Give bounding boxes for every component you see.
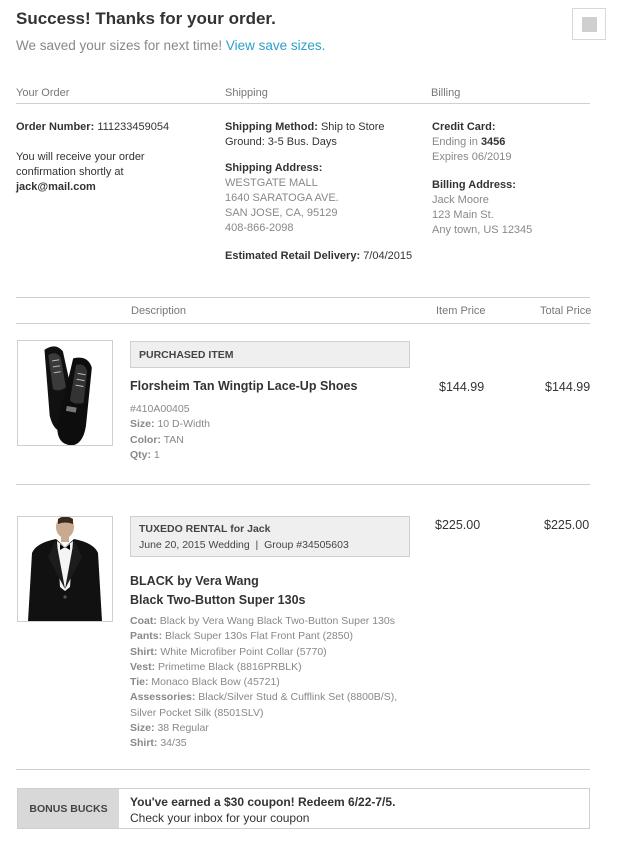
- confirmation-line-2: confirmation shortly at: [16, 166, 124, 178]
- bonus-subline: Check your inbox for your coupon: [130, 811, 310, 825]
- product-size: Size: 10 D-Width: [130, 418, 210, 431]
- order-email: jack@mail.com: [16, 181, 96, 193]
- rental-event-details: June 20, 2015 Wedding | Group #34505603: [139, 539, 349, 551]
- shipping-heading: Shipping: [225, 87, 268, 99]
- close-button[interactable]: [572, 8, 606, 40]
- product-color: Color: TAN: [130, 433, 184, 446]
- product-brand[interactable]: BLACK by Vera Wang: [130, 574, 259, 588]
- divider: [16, 323, 590, 324]
- detail-vest: Vest: Primetime Black (8816PRBLK): [130, 660, 302, 673]
- shoes-image[interactable]: [17, 340, 113, 446]
- detail-pants: Pants: Black Super 130s Flat Front Pant …: [130, 630, 353, 643]
- bonus-bucks-banner: BONUS BUCKS You've earned a $30 coupon! …: [17, 788, 590, 829]
- shipping-address-line: 1640 SARATOGA AVE.: [225, 192, 339, 204]
- total-price: $144.99: [545, 380, 591, 394]
- close-icon: [582, 17, 597, 32]
- description-column-header: Description: [131, 305, 187, 317]
- tuxedo-icon: [28, 517, 102, 621]
- detail-tie: Tie: Monaco Black Bow (45721): [130, 676, 280, 689]
- divider: [16, 484, 590, 485]
- order-number: Order Number: 111233459054: [16, 121, 170, 133]
- your-order-heading: Your Order: [16, 87, 70, 99]
- divider: [16, 769, 590, 770]
- tuxedo-rental-badge: TUXEDO RENTAL for Jack June 20, 2015 Wed…: [130, 516, 410, 557]
- shoes-icon: [44, 346, 92, 445]
- product-name[interactable]: Black Two-Button Super 130s: [130, 593, 306, 607]
- card-ending: Ending in 3456: [432, 136, 506, 148]
- divider: [16, 103, 590, 104]
- billing-address-label: Billing Address:: [432, 179, 516, 191]
- confirmation-line-1: You will receive your order: [16, 151, 145, 163]
- divider: [16, 297, 590, 298]
- shipping-address-line: SAN JOSE, CA, 95129: [225, 207, 338, 219]
- detail-shirt: Shirt: White Microfiber Point Collar (57…: [130, 645, 327, 658]
- product-sku: #410A00405: [130, 403, 190, 415]
- shipping-method-detail: Ground: 3-5 Bus. Days: [225, 136, 337, 148]
- credit-card-label: Credit Card:: [432, 121, 496, 133]
- shipping-method: Shipping Method: Ship to Store: [225, 121, 385, 133]
- view-saved-sizes-link[interactable]: View save sizes.: [226, 38, 326, 53]
- order-info: Order Number: 111233459054 You will rece…: [16, 120, 216, 195]
- card-expires: Expires 06/2019: [432, 151, 512, 163]
- saved-sizes-message: We saved your sizes for next time! View …: [16, 38, 325, 53]
- saved-sizes-text: We saved your sizes for next time!: [16, 38, 223, 53]
- tuxedo-image[interactable]: [17, 516, 113, 622]
- estimated-delivery: Estimated Retail Delivery: 7/04/2015: [225, 250, 413, 262]
- detail-size: Size: 38 Regular: [130, 722, 209, 735]
- item-price: $225.00: [435, 518, 481, 532]
- shipping-address-line: WESTGATE MALL: [225, 177, 318, 189]
- total-price-column-header: Total Price: [540, 305, 592, 317]
- detail-accessories: Assessories: Black/Silver Stud & Cufflin…: [130, 691, 398, 704]
- detail-shirt-size: Shirt: 34/35: [130, 737, 187, 750]
- billing-address-line: 123 Main St.: [432, 209, 494, 221]
- product-name[interactable]: Florsheim Tan Wingtip Lace-Up Shoes: [130, 379, 357, 393]
- billing-info: Credit Card: Ending in 3456 Expires 06/2…: [432, 120, 602, 238]
- page-title: Success! Thanks for your order.: [16, 9, 276, 28]
- item-price-column-header: Item Price: [436, 305, 486, 317]
- bonus-bucks-tag: BONUS BUCKS: [18, 789, 119, 828]
- total-price: $225.00: [544, 518, 590, 532]
- item-price: $144.99: [439, 380, 485, 394]
- product-qty: Qty: 1: [130, 448, 160, 461]
- billing-heading: Billing: [431, 87, 461, 99]
- bonus-bucks-label: BONUS BUCKS: [29, 803, 108, 815]
- shipping-address-label: Shipping Address:: [225, 162, 323, 174]
- detail-accessories-cont: Silver Pocket Silk (8501SLV): [130, 706, 264, 719]
- purchased-item-badge: PURCHASED ITEM: [130, 341, 410, 368]
- billing-address-line: Jack Moore: [432, 194, 489, 206]
- billing-address-line: Any town, US 12345: [432, 224, 533, 236]
- bonus-headline: You've earned a $30 coupon! Redeem 6/22-…: [130, 795, 396, 809]
- detail-coat: Coat: Black by Vera Wang Black Two-Butto…: [130, 615, 395, 627]
- shipping-info: Shipping Method: Ship to Store Ground: 3…: [225, 120, 425, 264]
- purchased-item-label: PURCHASED ITEM: [139, 349, 234, 361]
- rental-title: TUXEDO RENTAL for Jack: [139, 523, 271, 535]
- product-details: #410A00405 Size: 10 D-Width Color: TAN Q…: [130, 402, 410, 463]
- shipping-phone: 408-866-2098: [225, 222, 294, 234]
- tuxedo-details: Coat: Black by Vera Wang Black Two-Butto…: [130, 614, 420, 752]
